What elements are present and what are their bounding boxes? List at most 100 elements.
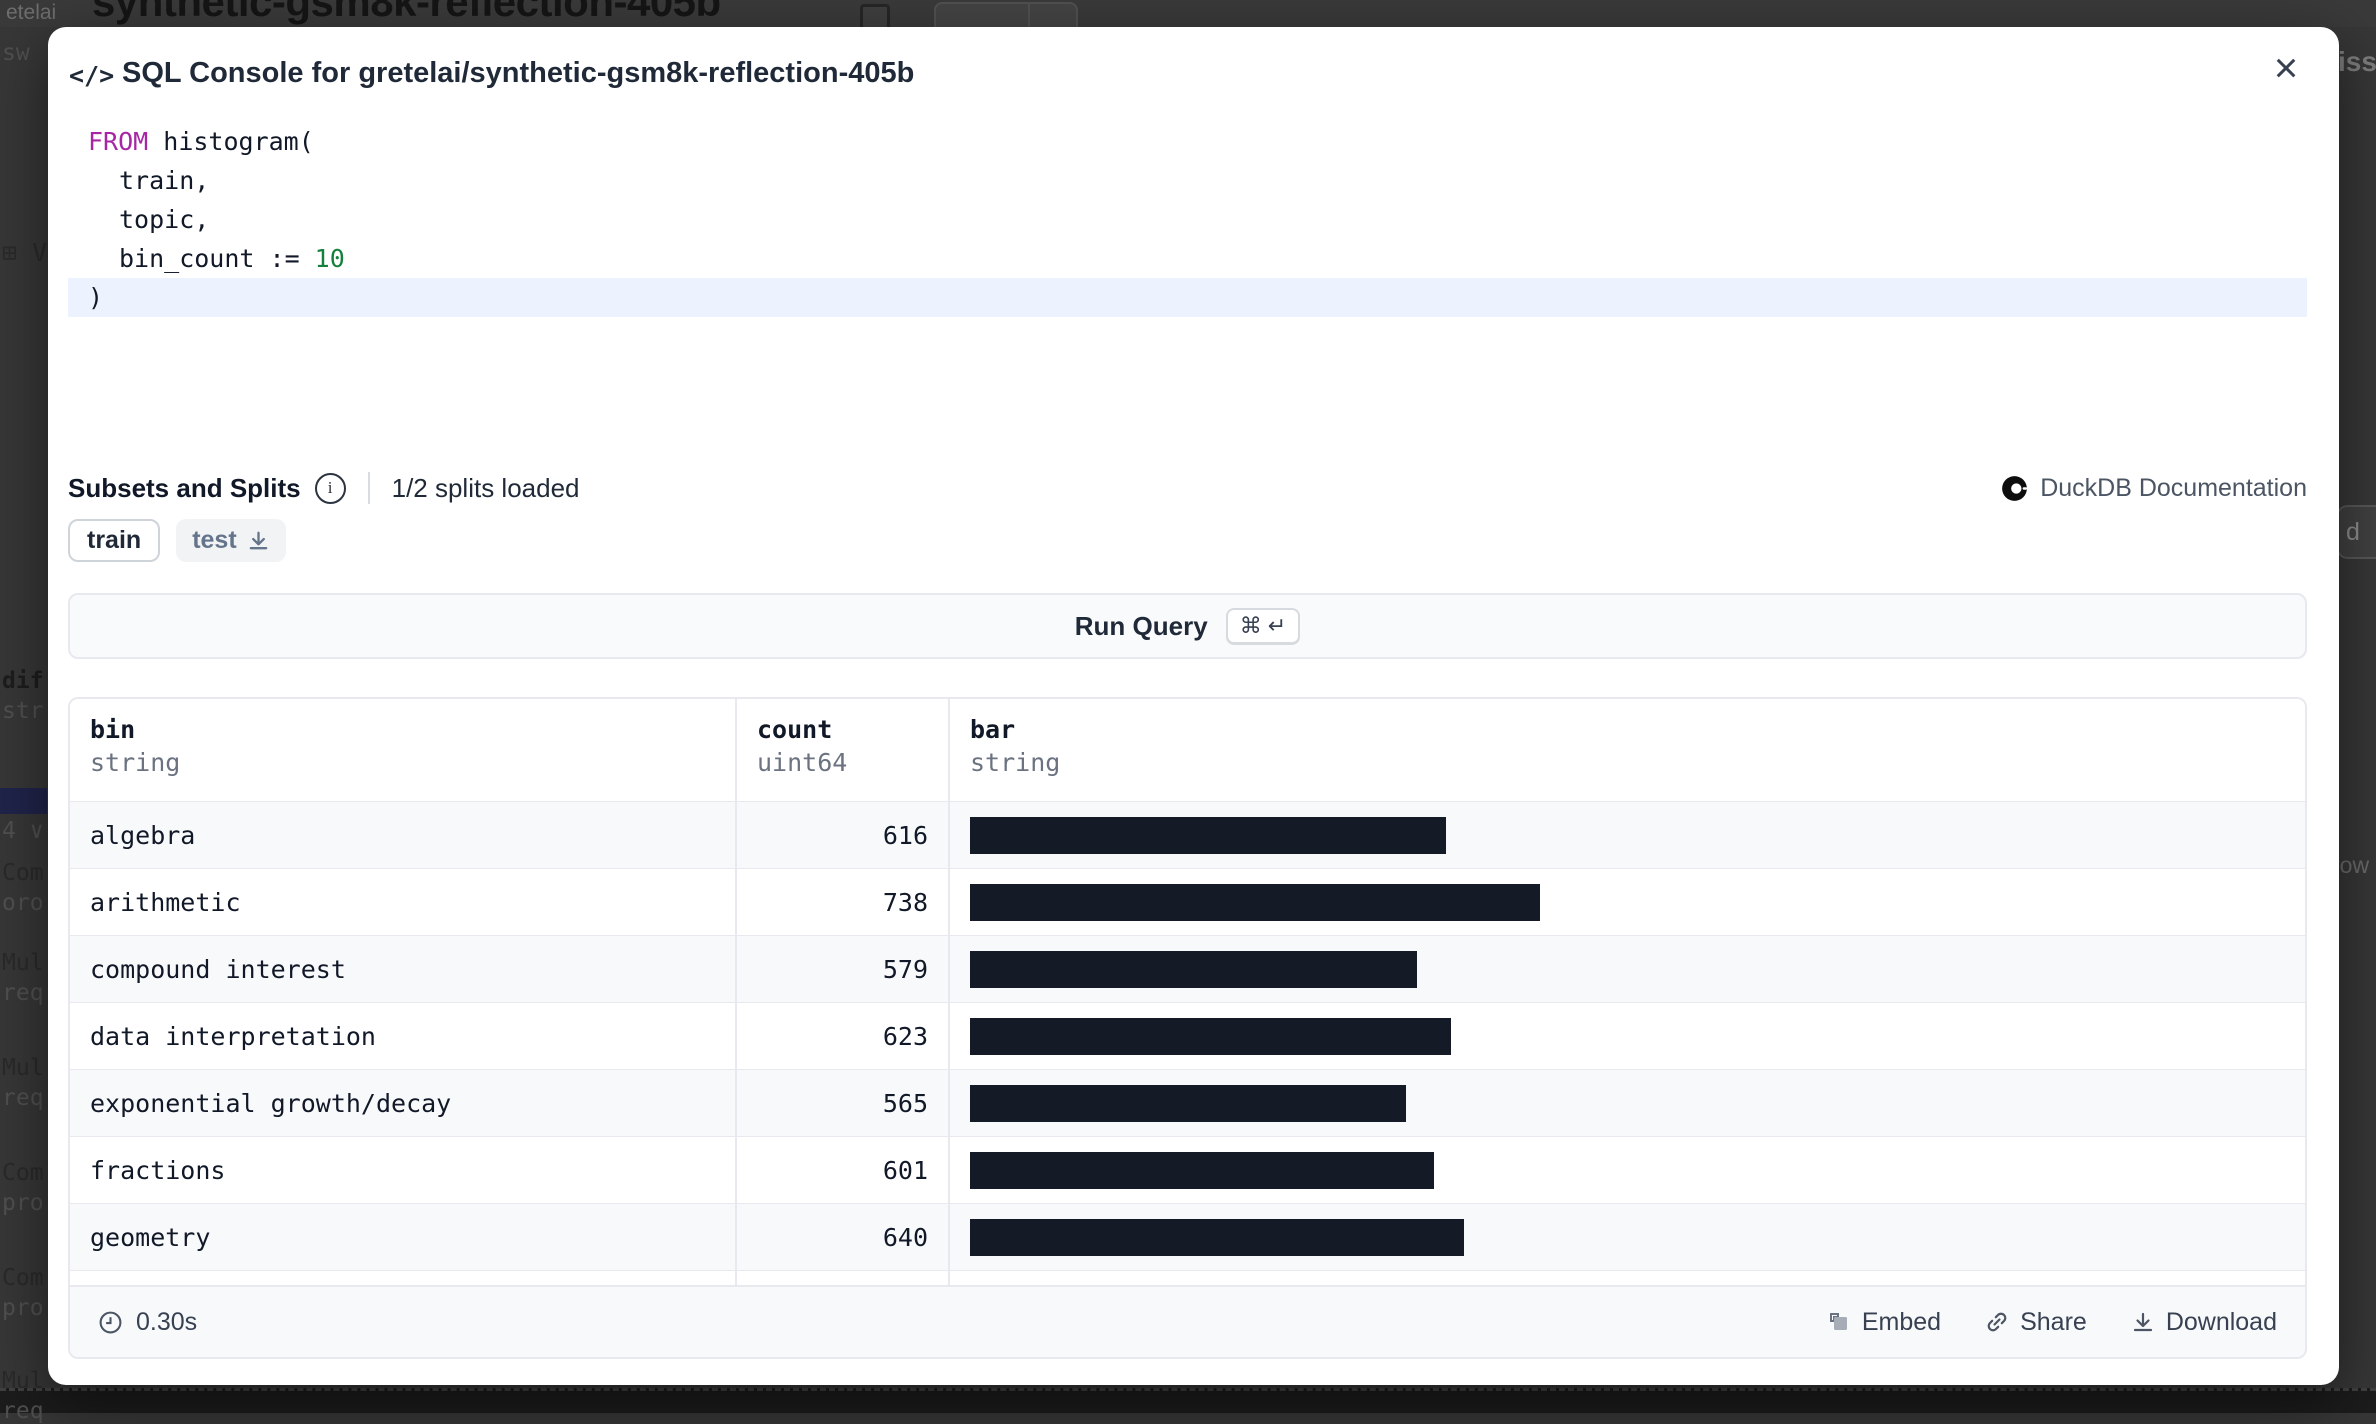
code-line: bin_count := 10 bbox=[68, 239, 2307, 278]
embed-icon bbox=[1827, 1310, 1851, 1334]
code-text: histogram( bbox=[148, 127, 314, 156]
results-table: bin string count uint64 bar string algeb… bbox=[68, 697, 2307, 1359]
download-icon bbox=[247, 529, 270, 552]
cell-count: 616 bbox=[737, 802, 950, 868]
column-type: string bbox=[90, 748, 735, 777]
clock-icon bbox=[98, 1310, 123, 1335]
table-footer: 0.30s Embed Share bbox=[70, 1285, 2305, 1357]
cell-bar bbox=[950, 1271, 2305, 1285]
cell-bin: exponential growth/decay bbox=[70, 1070, 737, 1136]
bar-fill bbox=[970, 884, 1540, 921]
share-button[interactable]: Share bbox=[1985, 1308, 2087, 1337]
sql-console-modal: </> SQL Console for gretelai/synthetic-g… bbox=[48, 27, 2339, 1385]
background-text-fragment: pro bbox=[2, 1295, 44, 1321]
close-button[interactable]: × bbox=[2259, 41, 2313, 95]
query-time: 0.30s bbox=[98, 1308, 197, 1337]
code-icon: </> bbox=[69, 61, 114, 90]
cell-count: 579 bbox=[737, 936, 950, 1002]
splits-heading: Subsets and Splits bbox=[68, 473, 301, 504]
background-text-fragment: Mul bbox=[2, 1368, 44, 1394]
info-icon[interactable]: i bbox=[315, 473, 346, 504]
query-time-value: 0.30s bbox=[136, 1308, 197, 1337]
splits-status: 1/2 splits loaded bbox=[392, 473, 580, 504]
split-train-button[interactable]: train bbox=[68, 519, 160, 562]
cell-bar bbox=[950, 1070, 2305, 1136]
background-text-fragment: req bbox=[2, 980, 44, 1006]
bar-fill bbox=[970, 951, 1417, 988]
bar-fill bbox=[970, 1018, 1451, 1055]
table-row: exponential growth/decay 565 bbox=[70, 1069, 2305, 1136]
table-row: fractions 601 bbox=[70, 1136, 2305, 1203]
cell-bar bbox=[950, 869, 2305, 935]
background-button-fragment: d bbox=[2336, 505, 2376, 559]
column-name: bar bbox=[970, 715, 2305, 744]
column-type: uint64 bbox=[757, 748, 948, 777]
table-row: algebra 616 bbox=[70, 801, 2305, 868]
split-test-button[interactable]: test bbox=[176, 519, 285, 562]
background-repo-owner: etelai bbox=[6, 1, 56, 25]
duckdb-logo-icon bbox=[2001, 475, 2028, 502]
cell-count bbox=[737, 1271, 950, 1285]
background-text-fragment: str bbox=[2, 698, 44, 724]
cell-bar bbox=[950, 1003, 2305, 1069]
keyboard-shortcut-badge: ⌘ ↵ bbox=[1226, 608, 1301, 644]
active-code-line: ) bbox=[68, 278, 2307, 317]
cell-count: 738 bbox=[737, 869, 950, 935]
column-name: count bbox=[757, 715, 948, 744]
link-icon bbox=[1985, 1310, 2009, 1334]
background-text-fragment: req bbox=[2, 1398, 44, 1424]
background-text-fragment: Com bbox=[2, 860, 44, 886]
bar-fill bbox=[970, 1219, 1464, 1256]
split-test-label: test bbox=[192, 526, 236, 555]
table-body[interactable]: algebra 616 arithmetic 738 compound inte… bbox=[70, 801, 2305, 1285]
duckdb-documentation-label: DuckDB Documentation bbox=[2040, 474, 2307, 503]
table-row: geometry 640 bbox=[70, 1203, 2305, 1270]
bar-fill bbox=[970, 1152, 1434, 1189]
cell-count: 640 bbox=[737, 1204, 950, 1270]
embed-button[interactable]: Embed bbox=[1827, 1308, 1941, 1337]
bar-fill bbox=[970, 1085, 1406, 1122]
cell-count: 623 bbox=[737, 1003, 950, 1069]
cell-bin: data interpretation bbox=[70, 1003, 737, 1069]
duckdb-documentation-link[interactable]: DuckDB Documentation bbox=[2001, 474, 2307, 503]
sql-number: 10 bbox=[315, 244, 345, 273]
sql-editor[interactable]: FROM histogram( train, topic, bin_count … bbox=[68, 122, 2307, 317]
cell-bin: fractions bbox=[70, 1137, 737, 1203]
column-name: bin bbox=[90, 715, 735, 744]
code-line: train, bbox=[68, 161, 2307, 200]
sql-keyword: FROM bbox=[88, 127, 148, 156]
background-dataset-title: synthetic-gsm8k-reflection-405b bbox=[92, 0, 721, 26]
background-like-button bbox=[934, 2, 1078, 27]
background-text-fragment: sw bbox=[2, 40, 30, 66]
column-header-bin: bin string bbox=[70, 699, 737, 801]
share-label: Share bbox=[2020, 1308, 2087, 1337]
table-header: bin string count uint64 bar string bbox=[70, 699, 2305, 801]
cell-bar bbox=[950, 936, 2305, 1002]
run-query-button[interactable]: Run Query ⌘ ↵ bbox=[68, 593, 2307, 659]
download-label: Download bbox=[2166, 1308, 2277, 1337]
cell-bin: compound interest bbox=[70, 936, 737, 1002]
footer-actions: Embed Share Download bbox=[1827, 1308, 2277, 1337]
code-text: train, bbox=[119, 166, 209, 195]
download-icon bbox=[2131, 1310, 2155, 1334]
column-header-count: count uint64 bbox=[737, 699, 950, 801]
background-text-fragment: issa bbox=[2338, 46, 2376, 78]
download-button[interactable]: Download bbox=[2131, 1308, 2277, 1337]
background-text-fragment: pro bbox=[2, 1190, 44, 1216]
splits-section-header: Subsets and Splits i 1/2 splits loaded D… bbox=[68, 465, 2307, 511]
bar-fill bbox=[970, 817, 1446, 854]
cell-bar bbox=[950, 802, 2305, 868]
background-text-fragment: Mul bbox=[2, 1055, 44, 1081]
cell-bin: algebra bbox=[70, 802, 737, 868]
code-text: ) bbox=[88, 283, 103, 312]
code-line: topic, bbox=[68, 200, 2307, 239]
column-type: string bbox=[970, 748, 2305, 777]
table-row: data interpretation 623 bbox=[70, 1002, 2305, 1069]
cell-bin: arithmetic bbox=[70, 869, 737, 935]
table-row: compound interest 579 bbox=[70, 935, 2305, 1002]
background-text-fragment: d bbox=[2346, 518, 2360, 547]
cell-bar bbox=[950, 1137, 2305, 1203]
code-text: bin_count := bbox=[119, 244, 315, 273]
background-text-fragment: Mul bbox=[2, 950, 44, 976]
background-page-bottom-bar bbox=[0, 1388, 2376, 1413]
